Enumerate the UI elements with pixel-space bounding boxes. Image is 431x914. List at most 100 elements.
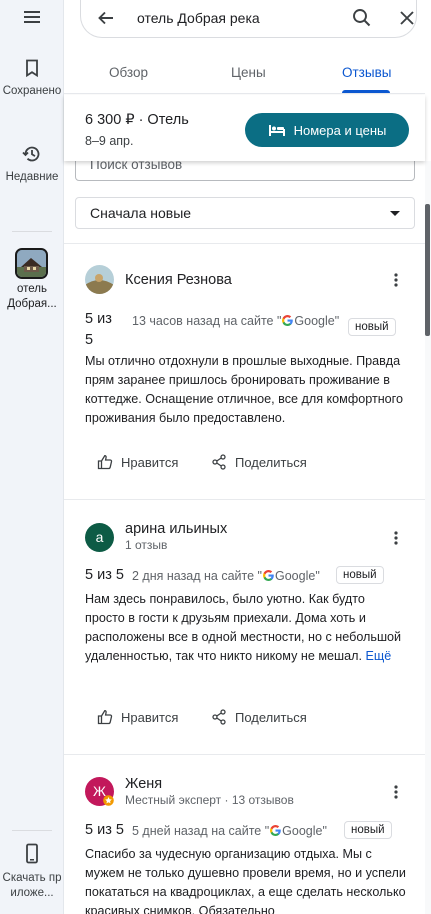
review-text: Спасибо за чудесную организацию отдыха. … (85, 845, 407, 914)
review-time: 13 часов назад на сайте " Google" (132, 314, 339, 328)
sort-value: Сначала новые (90, 205, 192, 221)
review-quote-close: " (315, 569, 320, 583)
arrow-back-icon (98, 11, 113, 25)
like-button[interactable]: Нравится (97, 454, 178, 470)
review-time: 5 дней назад на сайте " Google" (132, 824, 327, 838)
review-author-meta[interactable]: 1 отзыв (125, 538, 167, 552)
review-source: Google (275, 569, 316, 583)
review-author-meta[interactable]: Местный эксперт · 13 отзывов (125, 793, 294, 807)
avatar[interactable] (85, 265, 114, 294)
share-label: Поделиться (235, 709, 307, 725)
review-author[interactable]: Женя (125, 776, 162, 792)
share-icon (212, 454, 226, 470)
review-text: Нам здесь понравилось, было уютно. Как б… (85, 590, 407, 666)
review-search-input[interactable]: Поиск отзывов (75, 161, 415, 181)
place-label[interactable]: отель Добрая... (0, 282, 64, 311)
more-vert-icon (394, 785, 398, 799)
more-vert-icon (394, 531, 398, 545)
search-button[interactable] (351, 7, 373, 34)
recent-button[interactable]: Недавние (0, 144, 64, 185)
place-panel: отель Добрая река Обзор Цены Отзывы 6 30… (64, 0, 431, 914)
like-button[interactable]: Нравится (97, 709, 178, 725)
dropdown-arrow-icon (390, 211, 400, 216)
scrollbar-thumb[interactable] (425, 204, 430, 336)
share-button[interactable]: Поделиться (211, 709, 307, 725)
review-rating: 5 из 5 (85, 822, 124, 838)
active-tab-indicator (342, 90, 390, 93)
history-icon (22, 146, 40, 162)
review-text-body: Мы отлично отдохнули в прошлые выходные.… (85, 354, 403, 425)
avatar-photo-icon (85, 265, 114, 294)
bookmark-icon (26, 59, 38, 78)
review-author[interactable]: Ксения Резнова (125, 272, 232, 288)
divider (64, 754, 425, 755)
avatar[interactable]: а (85, 523, 114, 552)
new-badge: новый (336, 566, 384, 584)
review-source: Google (282, 824, 323, 838)
review-quote-close: " (322, 824, 327, 838)
search-input[interactable]: отель Добрая река (137, 10, 260, 26)
share-icon (212, 709, 226, 725)
review-time-text: 2 дня назад на сайте " (132, 569, 262, 583)
review-menu-button[interactable] (391, 530, 401, 551)
review-author[interactable]: арина ильиных (125, 521, 227, 537)
review-menu-button[interactable] (391, 272, 401, 293)
price-bar: 6 300 ₽ · Отель 8–9 апр. Номера и цены (64, 95, 425, 161)
review-text-body: Спасибо за чудесную организацию отдыха. … (85, 847, 406, 914)
divider (64, 243, 425, 244)
menu-icon (24, 11, 40, 23)
share-label: Поделиться (235, 454, 307, 470)
tab-prices[interactable]: Цены (231, 65, 266, 80)
recent-label: Недавние (5, 171, 59, 183)
bed-icon (268, 125, 285, 136)
price-dates[interactable]: 8–9 апр. (85, 134, 133, 148)
google-g-icon (270, 825, 281, 836)
review-rating: 5 из 5 (85, 311, 112, 348)
thumb-up-icon (97, 710, 113, 725)
rooms-button-label: Номера и цены (293, 122, 387, 138)
review-menu-button[interactable] (391, 784, 401, 805)
place-thumbnail[interactable] (15, 248, 48, 279)
tab-overview[interactable]: Обзор (109, 65, 148, 80)
rail-divider (12, 231, 52, 232)
reviews-list[interactable]: Поиск отзывов Сначала новые Ксения Резно… (64, 161, 425, 914)
like-label: Нравится (121, 454, 179, 470)
review-text: Мы отлично отдохнули в прошлые выходные.… (85, 352, 407, 428)
left-rail: Сохранено Недавние отель Добрая... Скача… (0, 0, 64, 914)
review-time-text: 5 дней назад на сайте " (132, 824, 270, 838)
search-icon (353, 9, 371, 27)
more-vert-icon (394, 273, 398, 287)
divider (64, 499, 425, 500)
google-g-icon (263, 570, 274, 581)
review-rating: 5 из 5 (85, 567, 124, 583)
close-icon (400, 11, 414, 25)
download-app-button[interactable]: Скачать приложе... (0, 843, 64, 900)
review-quote-close: " (334, 314, 340, 328)
menu-button[interactable] (0, 8, 64, 26)
download-label: Скачать приложе... (2, 872, 62, 899)
new-badge: новый (344, 821, 392, 839)
review-text-body: Нам здесь понравилось, было уютно. Как б… (85, 592, 402, 663)
rooms-and-prices-button[interactable]: Номера и цены (245, 113, 409, 147)
read-more-link[interactable]: Ещё (365, 649, 391, 663)
back-button[interactable] (95, 7, 117, 34)
saved-label: Сохранено (2, 85, 62, 97)
review-time-text: 13 часов назад на сайте " (132, 314, 282, 328)
phone-icon (26, 843, 38, 864)
sort-dropdown[interactable]: Сначала новые (75, 197, 415, 229)
price-summary: 6 300 ₽ · Отель (85, 112, 189, 128)
search-box[interactable]: отель Добрая река (80, 0, 417, 38)
like-label: Нравится (121, 709, 179, 725)
review-source: Google (294, 314, 335, 328)
place-tabs: Обзор Цены Отзывы (64, 60, 425, 94)
rail-divider-bottom (12, 830, 52, 831)
share-button[interactable]: Поделиться (211, 454, 307, 470)
saved-button[interactable]: Сохранено (0, 58, 64, 99)
clear-search-button[interactable] (396, 7, 418, 34)
thumb-up-icon (97, 455, 113, 470)
google-g-icon (282, 315, 294, 326)
tab-reviews[interactable]: Отзывы (342, 65, 391, 80)
review-time: 2 дня назад на сайте " Google" (132, 569, 320, 583)
hotel-photo-icon (17, 250, 46, 277)
local-guide-star-icon (103, 795, 114, 806)
